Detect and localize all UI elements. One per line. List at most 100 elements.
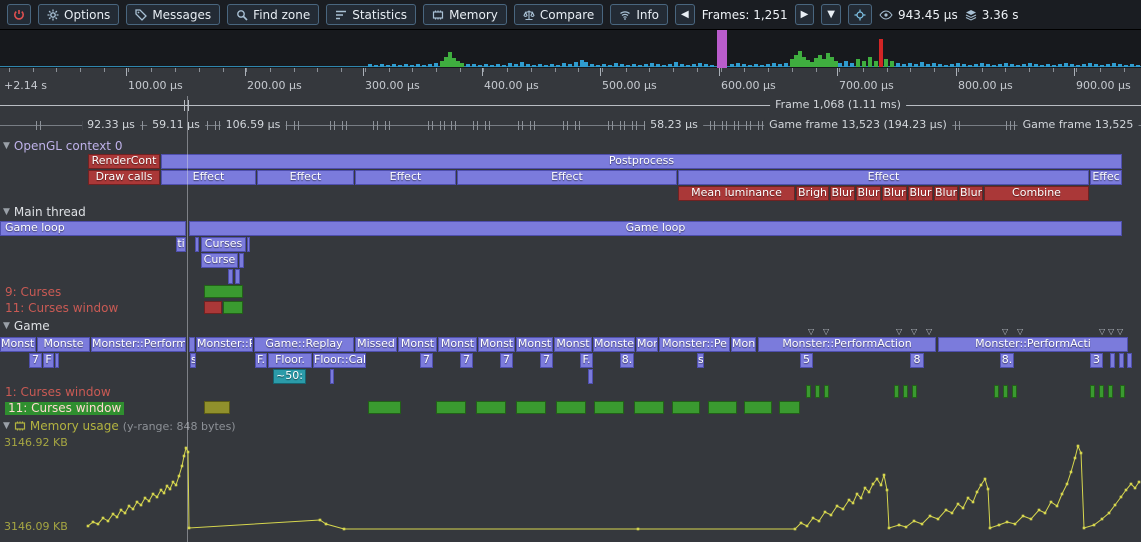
histogram-bar[interactable] (416, 64, 420, 67)
histogram-bar[interactable] (574, 62, 578, 67)
histogram-bar[interactable] (986, 64, 990, 67)
histogram-bar[interactable] (760, 65, 764, 67)
histogram-bar[interactable] (472, 64, 476, 67)
histogram-bar[interactable] (1040, 65, 1044, 67)
zone[interactable] (516, 401, 546, 414)
collapsed-zone-marker-icon[interactable]: ▽ (1108, 328, 1114, 336)
zone[interactable] (368, 401, 401, 414)
zone[interactable]: Draw calls (88, 170, 160, 185)
histogram-bar[interactable] (496, 64, 500, 67)
histogram-bar[interactable] (704, 64, 708, 67)
zone[interactable]: 3 (1090, 353, 1103, 368)
histogram-bar[interactable] (374, 65, 378, 67)
histogram-bar[interactable] (608, 65, 612, 67)
compare-button[interactable]: Compare (514, 4, 603, 25)
collapsed-zone-marker-icon[interactable]: ▽ (926, 328, 932, 336)
histogram-bar[interactable] (778, 64, 782, 67)
histogram-bar[interactable] (568, 64, 572, 67)
subframe-label[interactable]: Game frame 13,523 (194.23 µs) (764, 118, 952, 131)
zone[interactable] (1110, 353, 1115, 368)
histogram-bar[interactable] (908, 63, 912, 67)
zone[interactable]: Monste (593, 337, 635, 352)
histogram-bar[interactable] (680, 64, 684, 67)
histogram-bar[interactable] (896, 63, 900, 67)
zone[interactable] (779, 401, 800, 414)
zone[interactable] (1119, 353, 1124, 368)
subframe-label[interactable]: 92.33 µs (82, 118, 140, 131)
histogram-bar[interactable] (784, 63, 788, 67)
zone[interactable] (247, 237, 250, 252)
histogram-bar[interactable] (410, 65, 414, 67)
histogram-bar[interactable] (1106, 64, 1110, 67)
collapse-triangle-icon[interactable]: ▼ (3, 207, 10, 217)
histogram-bar[interactable] (466, 64, 470, 67)
histogram-bar[interactable] (490, 65, 494, 67)
histogram-bar[interactable] (602, 64, 606, 67)
zone[interactable]: Effect (355, 170, 456, 185)
zone[interactable]: Monster::Pe (196, 337, 253, 352)
find-zone-button[interactable]: Find zone (227, 4, 319, 25)
histogram-bar[interactable] (398, 65, 402, 67)
zone[interactable] (330, 369, 334, 384)
info-button[interactable]: Info (610, 4, 668, 25)
histogram-bar[interactable] (644, 64, 648, 67)
histogram-bar[interactable] (1076, 65, 1080, 67)
zoom-to-frame-button[interactable]: ▼ (821, 4, 841, 25)
zone[interactable]: Combine (984, 186, 1089, 201)
statistics-button[interactable]: Statistics (326, 4, 416, 25)
zone[interactable]: 7 (460, 353, 473, 368)
histogram-bar[interactable] (698, 63, 702, 67)
subframe-label[interactable]: 58.23 µs (645, 118, 703, 131)
histogram-bar[interactable] (686, 65, 690, 67)
zone[interactable] (476, 401, 506, 414)
histogram-bar[interactable] (502, 65, 506, 67)
zone[interactable] (189, 337, 195, 352)
histogram-bar[interactable] (662, 65, 666, 67)
zone[interactable] (1090, 385, 1095, 398)
zone[interactable]: Missed (355, 337, 397, 352)
histogram-bar[interactable] (508, 63, 512, 67)
zone[interactable]: Postprocess (161, 154, 1122, 169)
histogram-bar[interactable] (944, 65, 948, 67)
next-frame-button[interactable]: ▶ (795, 4, 815, 25)
histogram-bar[interactable] (626, 65, 630, 67)
histogram-bar[interactable] (844, 61, 848, 67)
zone[interactable] (1108, 385, 1113, 398)
zone[interactable] (556, 401, 586, 414)
zone[interactable]: F. (255, 353, 267, 368)
zone[interactable]: s (697, 353, 704, 368)
histogram-bar[interactable] (1118, 64, 1122, 67)
zone[interactable]: Blur (908, 186, 933, 201)
subframe-label[interactable]: 59.11 µs (147, 118, 205, 131)
collapsed-zone-marker-icon[interactable]: ▽ (911, 328, 917, 336)
zone[interactable]: Curses (201, 237, 246, 252)
options-button[interactable]: Options (38, 4, 119, 25)
collapse-triangle-icon[interactable]: ▼ (3, 421, 10, 431)
histogram-bar[interactable] (526, 64, 530, 67)
histogram-bar[interactable] (998, 64, 1002, 67)
zone[interactable] (1127, 353, 1132, 368)
zone[interactable]: Monste (0, 337, 36, 352)
histogram-bar[interactable] (1070, 64, 1074, 67)
histogram-bar[interactable] (404, 64, 408, 67)
zone[interactable]: Blur (959, 186, 983, 201)
zone[interactable]: Mons (731, 337, 756, 352)
zone[interactable]: Curse (201, 253, 238, 268)
collapsed-zone-marker-icon[interactable]: ▽ (896, 328, 902, 336)
zone[interactable]: Monster::PerformA (91, 337, 186, 352)
zone[interactable]: Effect (678, 170, 1089, 185)
histogram-bar[interactable] (736, 63, 740, 67)
zone[interactable] (195, 237, 199, 252)
crosshair-button[interactable] (848, 4, 872, 25)
histogram-bar[interactable] (710, 65, 714, 67)
histogram-bar[interactable] (1004, 63, 1008, 67)
histogram-bar[interactable] (1100, 65, 1104, 67)
zone[interactable]: Effec (1090, 170, 1122, 185)
zone[interactable] (594, 401, 624, 414)
zone[interactable] (903, 385, 908, 398)
zone[interactable] (708, 401, 737, 414)
histogram-bar[interactable] (562, 63, 566, 67)
histogram-bar[interactable] (850, 63, 854, 67)
selected-frame-band[interactable] (717, 30, 727, 68)
prev-frame-button[interactable]: ◀ (675, 4, 695, 25)
